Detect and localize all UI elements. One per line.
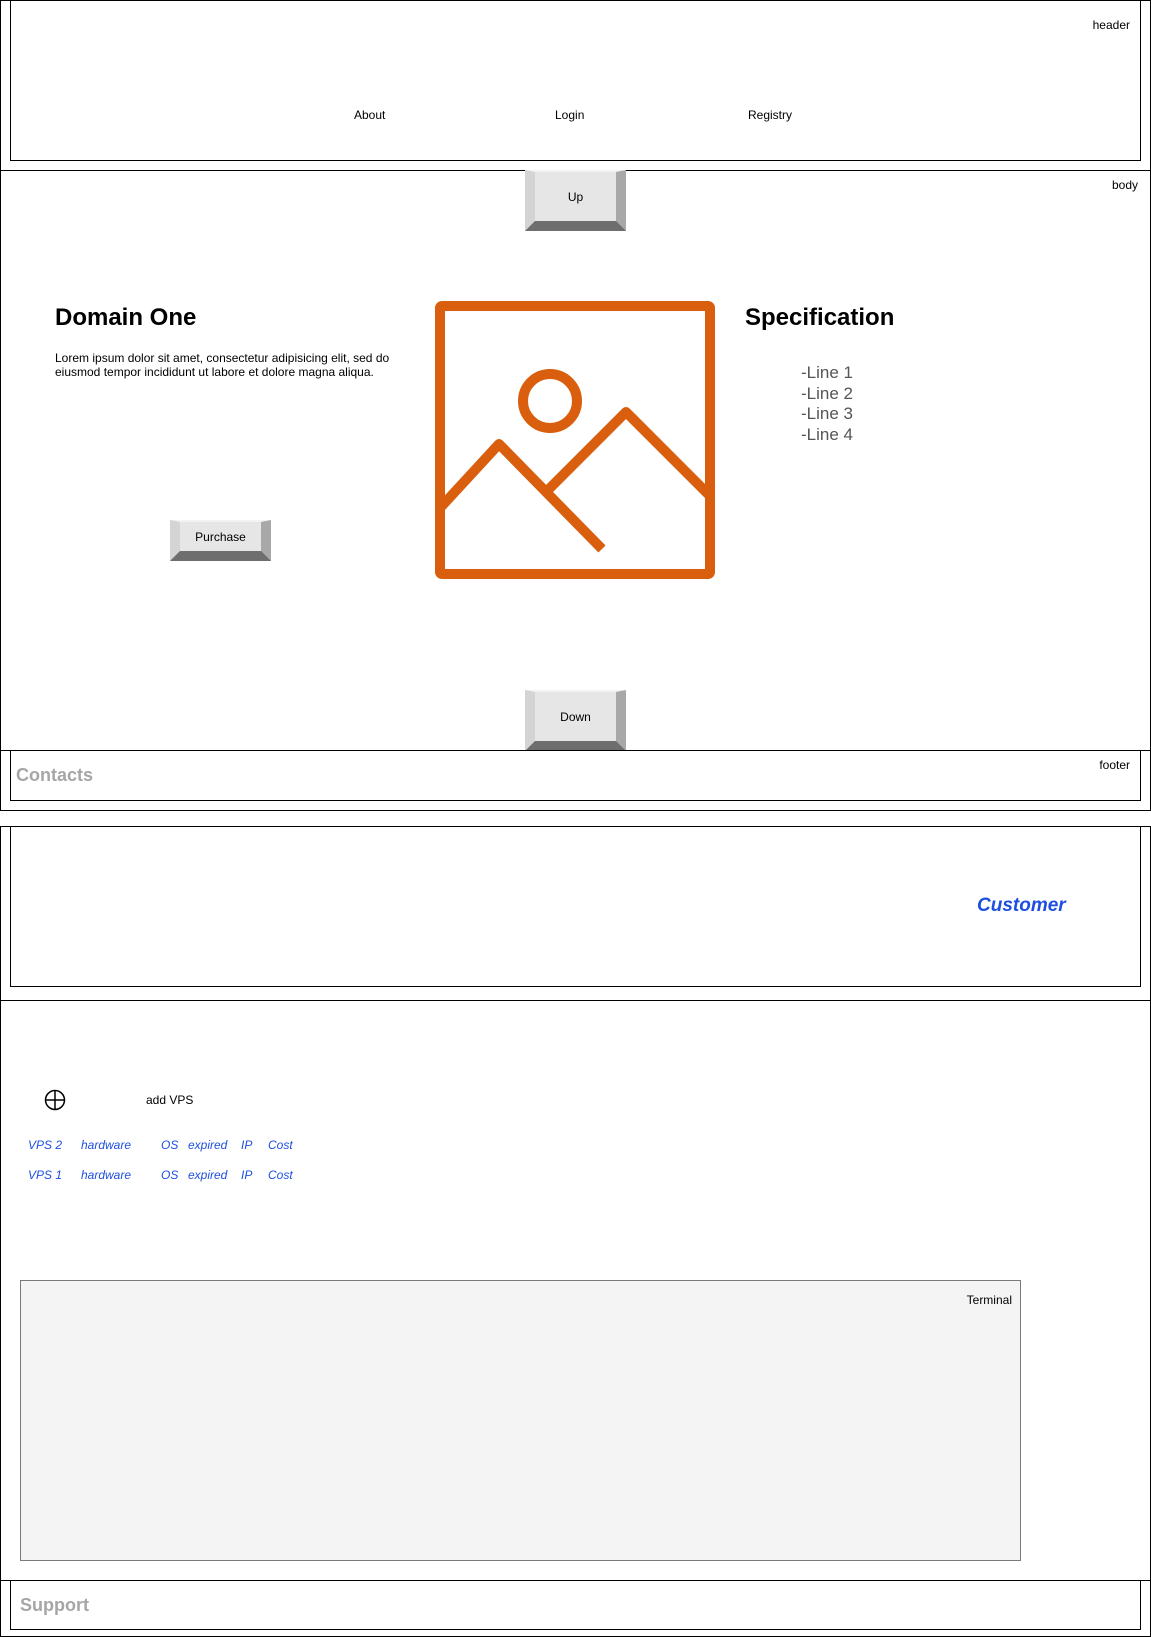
vps-name[interactable]: VPS 2 [28, 1138, 62, 1152]
product-description: Lorem ipsum dolor sit amet, consectetur … [55, 351, 390, 379]
product-title: Domain One [55, 304, 197, 331]
image-placeholder-icon [435, 301, 715, 579]
vps-cost[interactable]: Cost [268, 1168, 293, 1182]
nav-about[interactable]: About [354, 108, 385, 122]
vps-ip[interactable]: IP [241, 1168, 252, 1182]
header-inner [10, 0, 1141, 161]
vps-hardware[interactable]: hardware [81, 1168, 131, 1182]
footer-inner [10, 750, 1141, 801]
vps-cost[interactable]: Cost [268, 1138, 293, 1152]
nav-registry[interactable]: Registry [748, 108, 792, 122]
terminal-tag: Terminal [966, 1293, 1012, 1307]
contacts-title: Contacts [16, 765, 94, 785]
vps-os[interactable]: OS [161, 1168, 178, 1182]
customer-title: Customer [977, 895, 1066, 916]
specification-title: Specification [745, 304, 895, 331]
footer-tag: footer [1099, 758, 1130, 772]
purchase-button[interactable]: Purchase [170, 520, 271, 561]
vps-row[interactable]: VPS 2 hardware OS expired IP Cost [0, 1138, 320, 1154]
terminal-panel[interactable] [20, 1280, 1021, 1561]
down-button[interactable]: Down [525, 690, 626, 751]
vps-os[interactable]: OS [161, 1138, 178, 1152]
customer-header-inner [10, 826, 1141, 987]
spec-line: -Line 4 [801, 424, 853, 444]
header-tag: header [1092, 18, 1130, 32]
spec-line: -Line 2 [801, 383, 853, 403]
spec-line: -Line 3 [801, 404, 853, 423]
circle-plus-icon[interactable] [44, 1089, 66, 1111]
vps-ip[interactable]: IP [241, 1138, 252, 1152]
vps-row[interactable]: VPS 1 hardware OS expired IP Cost [0, 1168, 320, 1184]
support-inner [10, 1580, 1141, 1630]
add-vps-button[interactable]: add VPS [146, 1093, 193, 1107]
nav-login[interactable]: Login [555, 108, 584, 122]
vps-hardware[interactable]: hardware [81, 1138, 131, 1152]
vps-expired[interactable]: expired [188, 1168, 227, 1182]
support-title: Support [20, 1595, 89, 1615]
up-button[interactable]: Up [525, 170, 626, 231]
specification-list: -Line 1 -Line 2 -Line 3 -Line 4 [801, 363, 853, 445]
spec-line: -Line 1 [801, 363, 853, 382]
vps-name[interactable]: VPS 1 [28, 1168, 62, 1182]
body-tag: body [1111, 178, 1138, 192]
vps-expired[interactable]: expired [188, 1138, 227, 1152]
